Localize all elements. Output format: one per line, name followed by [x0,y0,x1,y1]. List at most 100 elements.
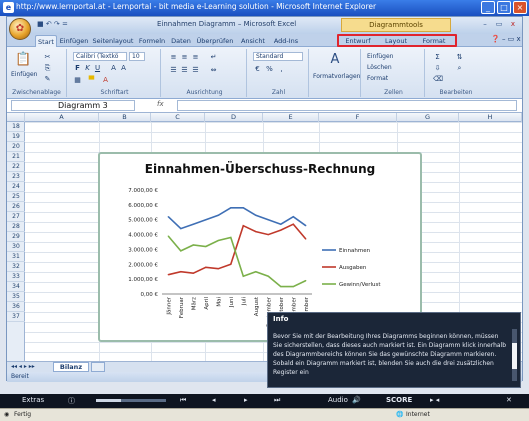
autosum-icon[interactable]: Σ [433,53,442,62]
tab-ansicht[interactable]: Ansicht [237,35,269,47]
tab-seitenlayout[interactable]: Seitenlayout [91,35,135,47]
clear-icon[interactable]: ⌫ [433,75,443,84]
percent-icon[interactable]: % [265,65,274,74]
row-header[interactable]: 29 [7,232,25,242]
previous-icon[interactable]: ◂ [212,396,216,404]
row-header[interactable]: 26 [7,202,25,212]
underline-icon[interactable]: U [93,64,102,73]
shrink-font-icon[interactable]: A [119,64,128,73]
column-header[interactable]: C [151,113,205,122]
align-middle-icon[interactable]: ≡ [180,53,189,62]
row-header[interactable]: 25 [7,192,25,202]
row-header[interactable]: 31 [7,252,25,262]
row-header[interactable]: 36 [7,302,25,312]
select-all-corner[interactable] [7,113,25,122]
extras-menu[interactable]: Extras [22,396,44,404]
quick-access-toolbar[interactable]: ■ ↶ ↷ = [37,20,68,28]
next-icon[interactable]: ▸ [244,396,248,404]
formula-input[interactable] [177,100,517,111]
row-header[interactable]: 34 [7,282,25,292]
row-header[interactable]: 24 [7,182,25,192]
font-name-select[interactable]: Calibri (Textkö [73,52,127,61]
insert-sheet-icon[interactable] [91,362,105,372]
align-left-icon[interactable]: ☰ [169,66,178,75]
sheet-nav-arrows[interactable]: ◂◂ ◂ ▸ ▸▸ [11,363,35,370]
border-icon[interactable]: ▦ [73,76,82,85]
cut-icon[interactable]: ✂ [43,53,52,62]
name-box[interactable]: Diagramm 3 [11,100,135,111]
paste-icon[interactable]: 📋 [15,52,31,68]
column-header[interactable]: E [263,113,319,122]
minimize-button[interactable]: _ [481,1,495,14]
last-icon[interactable]: ⏭ [274,396,280,405]
row-header[interactable]: 30 [7,242,25,252]
format-painter-icon[interactable]: ✎ [43,75,52,84]
number-format-select[interactable]: Standard [253,52,303,61]
tab-add-ins[interactable]: Add-Ins [271,35,301,47]
align-top-icon[interactable]: ≡ [169,53,178,62]
help-icon[interactable]: ❓ – ▭ x [491,35,521,43]
column-header[interactable]: F [319,113,397,122]
excel-close-button[interactable]: x [507,19,519,30]
styles-icon[interactable]: A [327,52,343,68]
font-color-icon[interactable]: A [101,76,110,85]
grow-font-icon[interactable]: A [109,64,118,73]
column-header[interactable]: D [205,113,263,122]
close-button[interactable]: × [513,1,527,14]
fill-icon[interactable]: ⇩ [433,64,442,73]
excel-minimize-button[interactable]: – [479,19,491,30]
tab-ueberpruefen[interactable]: Überprüfen [195,35,235,47]
row-header[interactable]: 23 [7,172,25,182]
cells-format-button[interactable]: Format [367,75,388,82]
row-header[interactable]: 21 [7,152,25,162]
bold-icon[interactable]: F [73,64,82,73]
tab-einfuegen[interactable]: Einfügen [59,35,89,47]
player-close-icon[interactable]: ✕ [506,396,512,404]
row-header[interactable]: 27 [7,212,25,222]
column-header[interactable]: B [99,113,151,122]
row-header[interactable]: 37 [7,312,25,322]
row-header[interactable]: 35 [7,292,25,302]
tab-formeln[interactable]: Formeln [137,35,167,47]
row-header[interactable]: 32 [7,262,25,272]
maximize-button[interactable]: □ [497,1,511,14]
audio-icon[interactable]: 🔊 [352,396,361,404]
italic-icon[interactable]: K [83,64,92,73]
column-header[interactable]: H [459,113,522,122]
row-header[interactable]: 19 [7,132,25,142]
currency-icon[interactable]: € [253,65,262,74]
align-right-icon[interactable]: ☰ [191,66,200,75]
align-bottom-icon[interactable]: ≡ [191,53,200,62]
row-header[interactable]: 20 [7,142,25,152]
score-arrows[interactable]: ▸ ◂ [430,396,439,404]
sheet-tab-bilanz[interactable]: Bilanz [53,362,89,372]
tab-daten[interactable]: Daten [169,35,193,47]
align-center-icon[interactable]: ☰ [180,66,189,75]
column-header[interactable]: G [397,113,459,122]
row-header[interactable]: 18 [7,122,25,132]
merge-icon[interactable]: ⇔ [209,66,218,75]
paste-label[interactable]: Einfügen [11,71,37,78]
row-header[interactable]: 33 [7,272,25,282]
first-icon[interactable]: ⏮ [180,396,186,405]
thousands-icon[interactable]: , [277,65,286,74]
wrap-text-icon[interactable]: ↵ [209,53,218,62]
info-scroll-thumb[interactable] [512,343,517,369]
audio-toggle[interactable]: Audio [328,396,348,404]
find-icon[interactable]: ⌕ [455,64,464,73]
office-button[interactable]: ✿ [9,18,31,40]
cells-delete-button[interactable]: Löschen [367,64,392,71]
fill-color-icon[interactable]: ▀ [87,76,96,85]
excel-restore-button[interactable]: ▭ [493,19,505,30]
copy-icon[interactable]: ⎘ [43,64,52,73]
cells-insert-button[interactable]: Einfügen [367,53,393,60]
fx-label[interactable]: fx [157,100,164,108]
help-circle-icon[interactable]: ⓘ [68,396,75,406]
column-header[interactable]: A [25,113,99,122]
tab-start[interactable]: Start [35,35,57,47]
row-header[interactable]: 28 [7,222,25,232]
font-size-select[interactable]: 10 [129,52,145,61]
sort-filter-icon[interactable]: ⇅ [455,53,464,62]
row-header[interactable]: 22 [7,162,25,172]
styles-label[interactable]: Formatvorlagen [313,73,360,80]
